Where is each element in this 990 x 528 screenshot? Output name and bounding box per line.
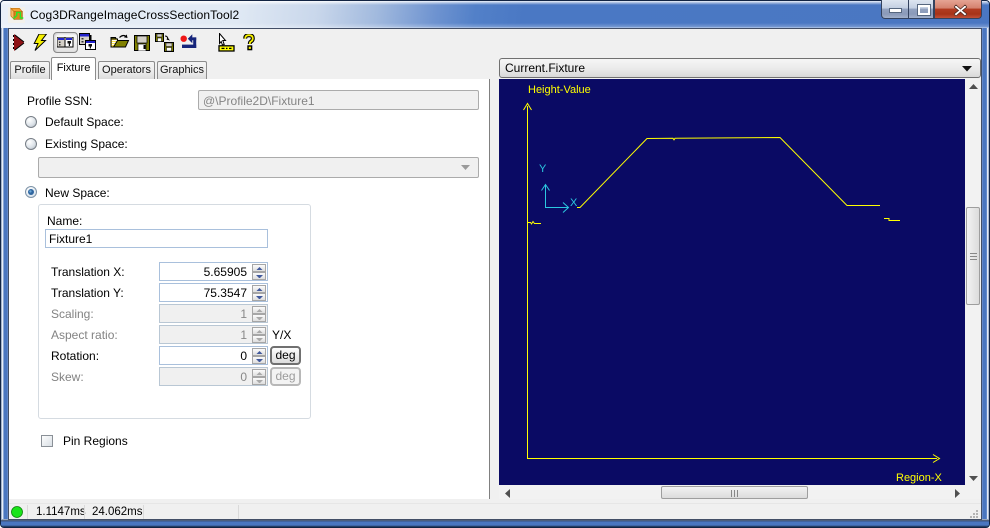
svg-text:Y: Y <box>539 163 547 175</box>
svg-text:X: X <box>570 197 578 209</box>
svg-text:Region-X: Region-X <box>896 472 943 484</box>
svg-text:Height-Value: Height-Value <box>528 84 591 96</box>
